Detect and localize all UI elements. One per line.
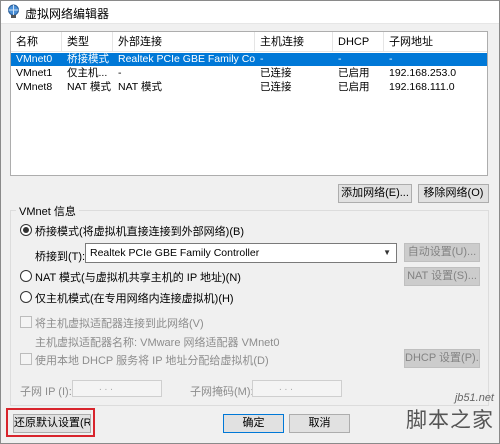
network-table[interactable]: 名称 类型 外部连接 主机连接 DHCP 子网地址 VMnet0 桥接模式 Re… <box>10 31 488 176</box>
bridge-to-select[interactable]: Realtek PCIe GBE Family Controller ▼ <box>85 243 397 263</box>
dhcp-settings-button[interactable]: DHCP 设置(P)... <box>404 349 480 368</box>
nat-mode-label[interactable]: NAT 模式(与虚拟机共享主机的 IP 地址)(N) <box>35 269 241 285</box>
ok-button[interactable]: 确定 <box>223 414 284 433</box>
mask-separator-dots: . . . <box>279 382 293 393</box>
cell-type: NAT 模式 <box>67 81 111 93</box>
connect-adapter-label[interactable]: 将主机虚拟适配器连接到此网络(V) <box>35 315 204 331</box>
table-header: 名称 类型 外部连接 主机连接 DHCP 子网地址 <box>11 32 487 52</box>
cell-dhcp: 已启用 <box>338 81 370 93</box>
column-header-type[interactable]: 类型 <box>62 32 113 52</box>
column-header-host[interactable]: 主机连接 <box>255 32 333 52</box>
add-network-button[interactable]: 添加网络(E)... <box>338 184 412 203</box>
cell-host: 已连接 <box>260 81 292 93</box>
window-title: 虚拟网络编辑器 <box>25 7 110 21</box>
chevron-down-icon: ▼ <box>383 248 391 257</box>
column-header-subnet[interactable]: 子网地址 <box>384 32 489 52</box>
cell-host: - <box>260 53 264 65</box>
cell-external: - <box>118 67 122 79</box>
table-row[interactable]: VMnet1 仅主机... - 已连接 已启用 192.168.253.0 <box>11 67 487 80</box>
table-row[interactable]: VMnet8 NAT 模式 NAT 模式 已连接 已启用 192.168.111… <box>11 81 487 94</box>
network-globe-icon <box>8 4 19 18</box>
use-dhcp-label[interactable]: 使用本地 DHCP 服务将 IP 地址分配给虚拟机(D) <box>35 352 269 368</box>
bridge-to-label: 桥接到(T): <box>35 251 86 263</box>
host-only-label[interactable]: 仅主机模式(在专用网络内连接虚拟机)(H) <box>35 290 234 306</box>
host-only-radio[interactable] <box>20 291 32 303</box>
subnet-ip-input[interactable]: . . . <box>72 380 162 397</box>
cell-name: VMnet8 <box>16 81 53 93</box>
vmnet-info-group <box>10 210 489 406</box>
bridge-to-value: Realtek PCIe GBE Family Controller <box>90 247 260 259</box>
use-dhcp-checkbox[interactable] <box>20 353 32 365</box>
subnet-mask-label: 子网掩码(M): <box>190 386 254 398</box>
cell-host: 已连接 <box>260 67 292 79</box>
table-row[interactable]: VMnet0 桥接模式 Realtek PCIe GBE Family Co..… <box>11 53 487 66</box>
ip-separator-dots: . . . <box>99 382 113 393</box>
watermark-text: 脚本之家 <box>406 408 494 432</box>
cell-subnet: 192.168.111.0 <box>389 81 455 93</box>
vmnet-info-label: VMnet 信息 <box>16 203 79 219</box>
adapter-name-text: 主机虚拟适配器名称: VMware 网络适配器 VMnet0 <box>35 337 280 349</box>
watermark-url: jb51.net <box>454 392 494 404</box>
subnet-ip-label: 子网 IP (I): <box>20 386 72 398</box>
cell-dhcp: 已启用 <box>338 67 370 79</box>
cell-name: VMnet1 <box>16 67 53 79</box>
cell-type: 仅主机... <box>67 67 108 79</box>
cell-type: 桥接模式 <box>67 53 109 65</box>
nat-mode-radio[interactable] <box>20 270 32 282</box>
watermark: jb51.net 脚本之家 <box>406 392 494 434</box>
subnet-mask-input[interactable]: . . . <box>252 380 342 397</box>
title-bar: 虚拟网络编辑器 <box>0 0 500 24</box>
cell-external: NAT 模式 <box>118 81 162 93</box>
cell-subnet: 192.168.253.0 <box>389 67 457 79</box>
cell-subnet: - <box>389 53 393 65</box>
column-header-dhcp[interactable]: DHCP <box>333 32 384 52</box>
remove-network-button[interactable]: 移除网络(O) <box>418 184 489 203</box>
nat-settings-button[interactable]: NAT 设置(S)... <box>404 267 480 286</box>
cancel-button[interactable]: 取消 <box>289 414 350 433</box>
cell-name: VMnet0 <box>16 53 53 65</box>
cell-external: Realtek PCIe GBE Family Co... <box>118 53 255 65</box>
auto-settings-button[interactable]: 自动设置(U)... <box>404 243 480 262</box>
highlight-box <box>6 408 95 437</box>
connect-adapter-checkbox[interactable] <box>20 316 32 328</box>
bridge-mode-radio[interactable] <box>20 224 32 236</box>
column-header-external[interactable]: 外部连接 <box>113 32 255 52</box>
column-header-name[interactable]: 名称 <box>11 32 62 52</box>
cell-dhcp: - <box>338 53 342 65</box>
bridge-mode-label[interactable]: 桥接模式(将虚拟机直接连接到外部网络)(B) <box>35 223 244 239</box>
